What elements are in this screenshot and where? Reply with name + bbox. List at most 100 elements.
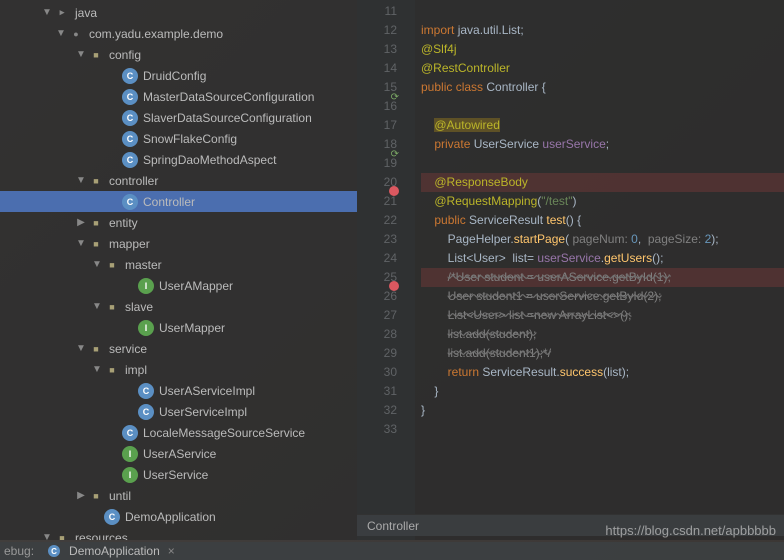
tree-label: java — [75, 6, 97, 20]
code-line[interactable]: list.add(student); — [421, 325, 784, 344]
tree-label: UserService — [143, 468, 208, 482]
tree-item[interactable]: ▼● com.yadu.example.demo — [0, 23, 357, 44]
pkg-icon: ▸ — [54, 5, 70, 21]
tree-item[interactable]: ▶■entity — [0, 212, 357, 233]
c-icon: C — [138, 404, 154, 420]
expand-arrow[interactable]: ▼ — [40, 532, 54, 540]
tree-item[interactable]: ▼■ impl — [0, 359, 357, 380]
c-icon: C — [122, 194, 138, 210]
tree-item[interactable]: CDruidConfig — [0, 65, 357, 86]
code-line[interactable]: List<User> list= userService.getUsers(); — [421, 249, 784, 268]
close-icon[interactable]: × — [168, 544, 175, 558]
expand-arrow[interactable]: ▼ — [90, 364, 104, 375]
tree-label: master — [125, 258, 162, 272]
tree-item[interactable]: CUserAServiceImpl — [0, 380, 357, 401]
tree-label: service — [109, 342, 147, 356]
tree-label: DemoApplication — [125, 510, 216, 524]
code-line[interactable]: @ResponseBody — [421, 173, 784, 192]
tree-item[interactable]: CController — [0, 191, 357, 212]
expand-arrow[interactable]: ▼ — [74, 343, 88, 354]
bottom-bar: ebug: C DemoApplication × — [0, 542, 784, 560]
tree-item[interactable]: C SlaverDataSourceConfiguration — [0, 107, 357, 128]
dir-icon: ■ — [88, 236, 104, 252]
tree-item[interactable]: CSnowFlakeConfig — [0, 128, 357, 149]
code-line[interactable]: } — [421, 401, 784, 420]
code-line[interactable] — [421, 97, 784, 116]
run-tab[interactable]: C DemoApplication × — [42, 544, 181, 558]
i-icon: I — [122, 446, 138, 462]
tree-item[interactable]: ▼■ master — [0, 254, 357, 275]
tree-item[interactable]: ▼■resources — [0, 527, 357, 540]
code-line[interactable]: @RestController — [421, 59, 784, 78]
code-line[interactable]: public class Controller { — [421, 78, 784, 97]
tree-item[interactable]: ▼■service — [0, 338, 357, 359]
i-icon: I — [122, 467, 138, 483]
expand-arrow[interactable]: ▼ — [90, 259, 104, 270]
tree-item[interactable]: CLocaleMessageSourceService — [0, 422, 357, 443]
tree-item[interactable]: ▼▸ java — [0, 2, 357, 23]
breakpoint-icon[interactable] — [389, 281, 399, 291]
c-icon: C — [122, 152, 138, 168]
code-line[interactable]: List<User> list =new ArrayList<>(); — [421, 306, 784, 325]
code-line[interactable]: list.add(student1);*/ — [421, 344, 784, 363]
tree-item[interactable]: IUserAMapper — [0, 275, 357, 296]
tree-label: impl — [125, 363, 147, 377]
code-line[interactable]: /*User student = userAService.getById(1)… — [421, 268, 784, 287]
gutter-action-icon[interactable]: ⟳ — [385, 88, 399, 102]
code-line[interactable]: User student1 = userService.getById(2); — [421, 287, 784, 306]
code-line[interactable]: @Slf4j — [421, 40, 784, 59]
expand-arrow[interactable]: ▼ — [40, 7, 54, 18]
tree-item[interactable]: ▼■config — [0, 44, 357, 65]
expand-arrow[interactable]: ▼ — [74, 238, 88, 249]
tree-item[interactable]: CMasterDataSourceConfiguration — [0, 86, 357, 107]
tree-item[interactable]: I UserService — [0, 464, 357, 485]
c-icon: C — [122, 131, 138, 147]
expand-arrow[interactable]: ▼ — [90, 301, 104, 312]
tree-item[interactable]: ▼■slave — [0, 296, 357, 317]
code-line[interactable] — [421, 2, 784, 21]
expand-arrow[interactable]: ▶ — [74, 217, 88, 228]
gutter-action-icon[interactable]: ⟳ — [385, 145, 399, 159]
tree-item[interactable]: C DemoApplication — [0, 506, 357, 527]
c-icon: C — [104, 509, 120, 525]
tree-item[interactable]: IUserMapper — [0, 317, 357, 338]
expand-arrow[interactable]: ▼ — [54, 28, 68, 39]
code-line[interactable]: @Autowired — [421, 116, 784, 135]
tree-item[interactable]: C SpringDaoMethodAspect — [0, 149, 357, 170]
c-icon: C — [122, 89, 138, 105]
debug-label: ebug: — [4, 544, 34, 558]
expand-arrow[interactable]: ▼ — [74, 49, 88, 60]
expand-arrow[interactable]: ▶ — [74, 490, 88, 501]
tree-label: DruidConfig — [143, 69, 206, 83]
tree-item[interactable]: IUserAService — [0, 443, 357, 464]
tree-label: SlaverDataSourceConfiguration — [143, 111, 312, 125]
breakpoint-icon[interactable] — [389, 186, 399, 196]
code-line[interactable]: } — [421, 382, 784, 401]
tree-label: SpringDaoMethodAspect — [143, 153, 276, 167]
pkg-icon: ● — [68, 26, 84, 42]
dir-icon: ■ — [104, 362, 120, 378]
c-icon: C — [122, 110, 138, 126]
code-line[interactable]: public ServiceResult test() { — [421, 211, 784, 230]
dir-icon: ■ — [104, 257, 120, 273]
class-icon: C — [48, 545, 60, 557]
code-editor[interactable]: 1112131415161718192021222324252627282930… — [357, 0, 784, 540]
project-tree[interactable]: ▼▸java▼●com.yadu.example.demo▼■configCDr… — [0, 0, 357, 540]
code-line[interactable]: return ServiceResult.success(list); — [421, 363, 784, 382]
expand-arrow[interactable]: ▼ — [74, 175, 88, 186]
tree-item[interactable]: ▼■controller — [0, 170, 357, 191]
code-line[interactable]: import java.util.List; — [421, 21, 784, 40]
code-line[interactable] — [421, 154, 784, 173]
tree-label: UserServiceImpl — [159, 405, 247, 419]
tree-item[interactable]: ▼■mapper — [0, 233, 357, 254]
code-area[interactable]: import java.util.List;@Slf4j@RestControl… — [415, 0, 784, 439]
tree-item[interactable]: C UserServiceImpl — [0, 401, 357, 422]
tree-item[interactable]: ▶■until — [0, 485, 357, 506]
code-line[interactable]: private UserService userService; — [421, 135, 784, 154]
watermark: https://blog.csdn.net/apbbbbb — [605, 523, 776, 538]
tree-label: config — [109, 48, 141, 62]
tree-label: com.yadu.example.demo — [89, 27, 223, 41]
code-line[interactable] — [421, 420, 784, 439]
code-line[interactable]: @RequestMapping("/test") — [421, 192, 784, 211]
code-line[interactable]: PageHelper.startPage( pageNum: 0, pageSi… — [421, 230, 784, 249]
